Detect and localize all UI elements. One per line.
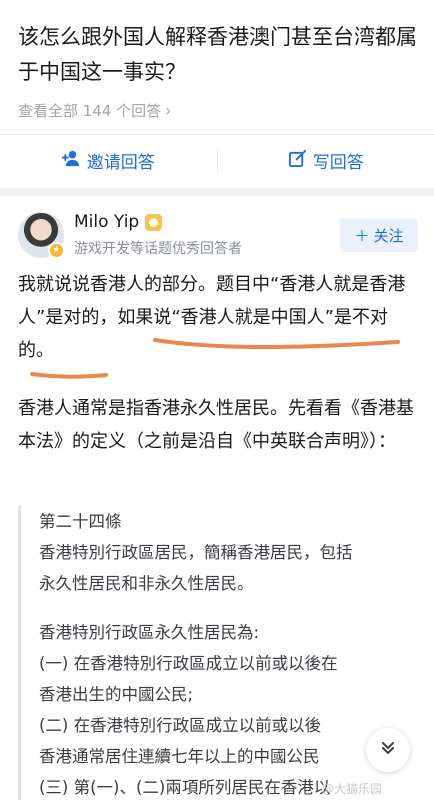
quote-line: 香港特別行政區居民，簡稱香港居民，包括 [39,543,353,562]
question-actions: 邀请回答 写回答 [0,134,434,186]
write-answer-label: 写回答 [312,153,364,173]
watermark: @大猫乐园 [322,782,383,796]
add-user-icon [61,149,81,173]
scroll-down-button[interactable] [366,728,410,772]
question-header: 该怎么跟外国人解释香港澳门甚至台湾都属于中国这一事实？ 查看全部 144 个回答… [0,0,434,188]
answer-card: ★ Milo Yip 游戏开发等话题优秀回答者 ＋ 关注 我就说说香港人的部分。… [0,196,434,800]
answer-paragraph-1: 我就说说香港人的部分。题目中“香港人就是香港人”是对的，如果说“香港人就是中国人… [18,274,406,361]
quote-line: 第二十四條 [39,512,122,531]
answer-paragraph-2: 香港人通常是指香港永久性居民。先看看《香港基本法》的定义（之前是沿自《中英联合声… [18,398,414,452]
question-title[interactable]: 该怎么跟外国人解释香港澳门甚至台湾都属于中国这一事实？ [18,20,418,90]
quote-line: 香港特別行政區永久性居民為: [39,623,260,642]
quote-spacer [39,599,428,617]
write-answer-button[interactable]: 写回答 [218,135,434,186]
edit-icon [288,149,307,173]
quote-line: (一) 在香港特別行政區成立以前或以後在 [39,654,338,673]
plus-icon: ＋ [354,226,370,245]
invite-answer-label: 邀请回答 [86,153,155,173]
quote-line: 香港出生的中國公民; [39,685,194,704]
quote-line: 永久性居民和非永久性居民。 [39,574,254,593]
author-row: ★ Milo Yip 游戏开发等话题优秀回答者 ＋ 关注 [18,212,418,260]
verified-badge-icon: ★ [48,242,65,259]
double-chevron-down-icon [380,740,396,760]
view-all-answers-label: 查看全部 144 个回答 [18,102,162,120]
follow-button[interactable]: ＋ 关注 [340,218,418,252]
follow-label: 关注 [373,226,404,245]
chevron-right-icon: › [165,101,172,120]
author-name-text: Milo Yip [74,212,140,232]
view-all-answers-link[interactable]: 查看全部 144 个回答 › [18,100,172,121]
invite-answer-button[interactable]: 邀请回答 [0,135,217,186]
author-name[interactable]: Milo Yip [74,212,163,232]
author-description: 游戏开发等话题优秀回答者 [74,241,242,257]
medal-icon [145,213,163,231]
